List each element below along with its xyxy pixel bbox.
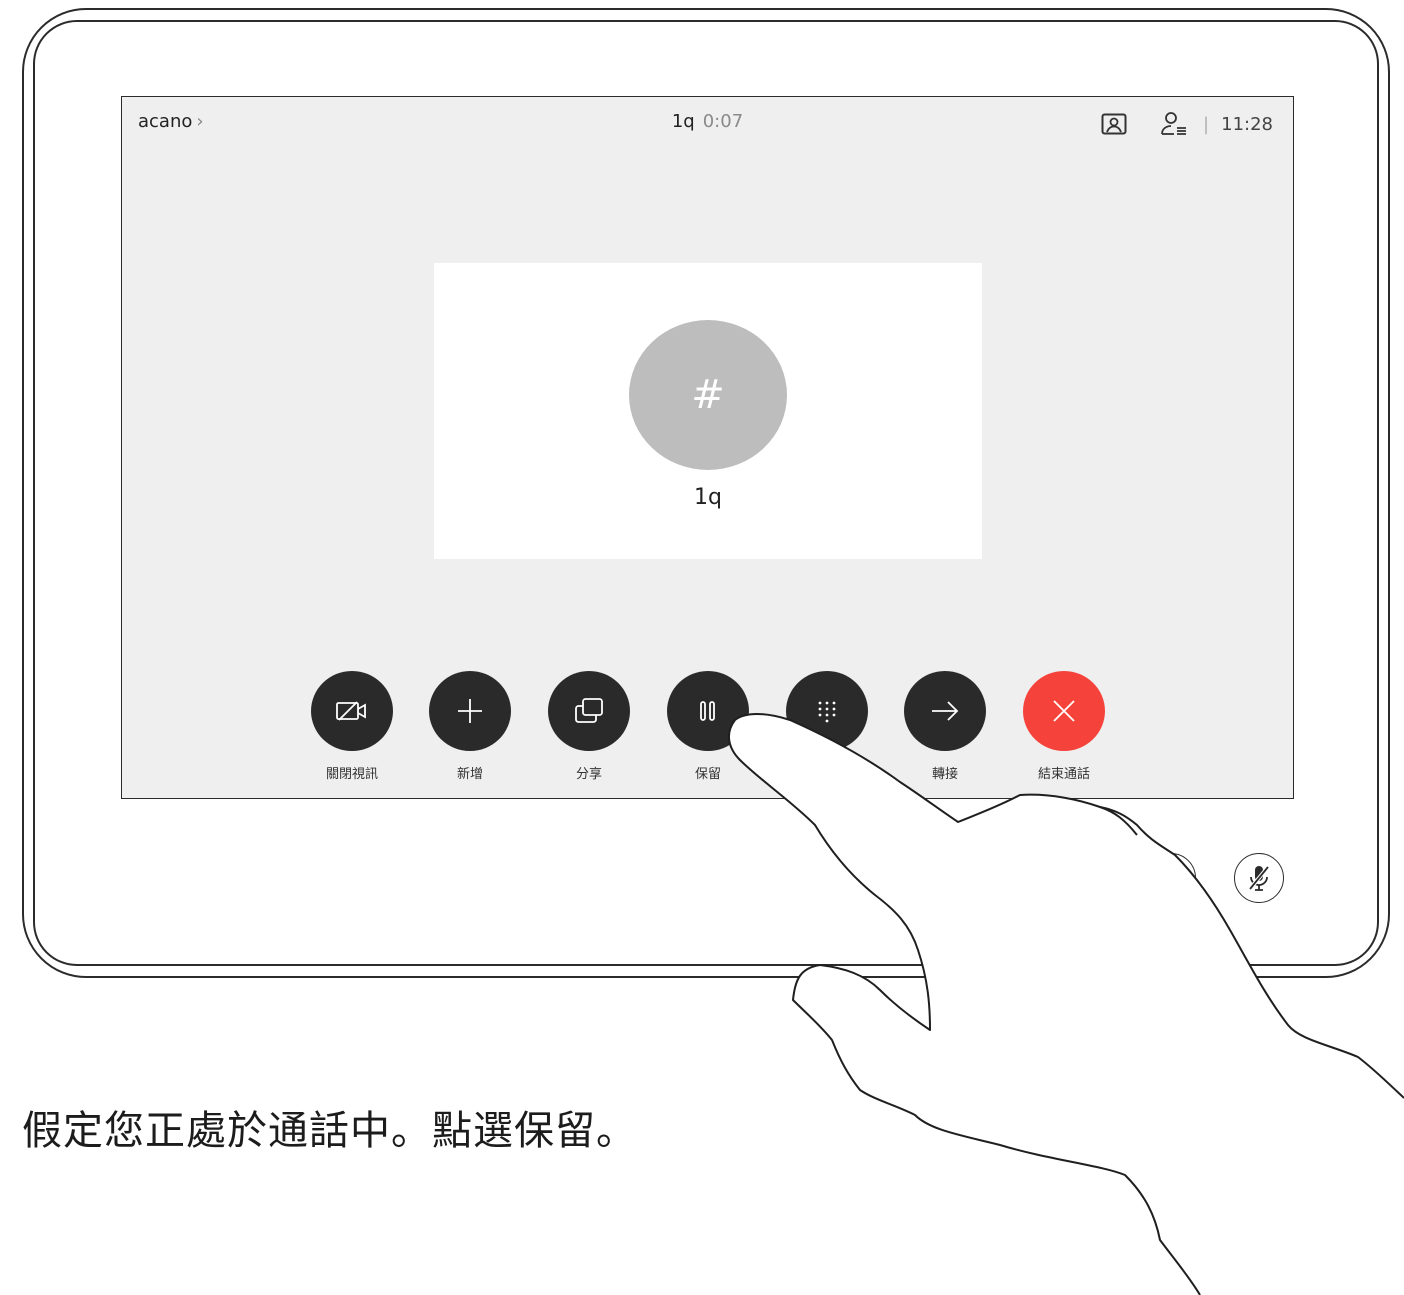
- avatar: #: [629, 320, 787, 470]
- control-label: 轉接: [931, 767, 958, 782]
- call-timer: 0:07: [702, 111, 744, 132]
- control-label: 分享: [575, 767, 602, 782]
- video-off-control[interactable]: 關閉視訊: [310, 671, 394, 782]
- control-label: 關閉視訊: [325, 767, 378, 782]
- end-call-button[interactable]: [1023, 671, 1105, 751]
- mute-hardware-button[interactable]: [1234, 853, 1284, 903]
- share-button[interactable]: [548, 671, 630, 751]
- hold-button[interactable]: [667, 671, 749, 751]
- add-control[interactable]: 新增: [428, 671, 512, 782]
- share-control[interactable]: 分享: [547, 671, 631, 782]
- instruction-caption: 假定您正處於通話中。點選保留。: [22, 1108, 637, 1154]
- participants-icon[interactable]: [1159, 109, 1189, 139]
- status-bar: acano › 1q 0:07 | 11:28: [122, 97, 1293, 149]
- right-status: | 11:28: [1099, 109, 1273, 139]
- clock: 11:28: [1221, 113, 1273, 135]
- keypad-button[interactable]: [786, 671, 868, 751]
- transfer-button[interactable]: [904, 671, 986, 751]
- participant-name: 1q: [694, 485, 722, 510]
- hold-icon: [700, 701, 715, 721]
- keypad-icon: [818, 701, 836, 723]
- mic-mute-icon: [1248, 865, 1270, 891]
- keypad-control[interactable]: [785, 671, 869, 763]
- video-off-button[interactable]: [311, 671, 393, 751]
- control-label: 結束通話: [1037, 767, 1090, 782]
- video-off-icon: [336, 701, 366, 721]
- control-label: 保留: [694, 767, 721, 782]
- end-call-control[interactable]: 結束通話: [1022, 671, 1106, 782]
- self-view-icon[interactable]: [1099, 109, 1129, 139]
- share-icon: [575, 698, 603, 723]
- transfer-arrow-icon: [932, 701, 959, 721]
- status-separator: |: [1203, 113, 1210, 135]
- plus-icon: [458, 699, 482, 723]
- touch-screen: acano › 1q 0:07 | 11:28 # 1q 關閉視訊 新增 分享 …: [121, 96, 1294, 799]
- call-name: 1q: [671, 111, 695, 132]
- transfer-control[interactable]: 轉接: [903, 671, 987, 782]
- end-call-icon: [1053, 700, 1075, 722]
- add-button[interactable]: [429, 671, 511, 751]
- home-hardware-button[interactable]: [1146, 853, 1196, 903]
- hold-control[interactable]: 保留: [666, 671, 750, 782]
- participant-card: # 1q: [434, 263, 982, 559]
- control-label: 新增: [456, 767, 483, 782]
